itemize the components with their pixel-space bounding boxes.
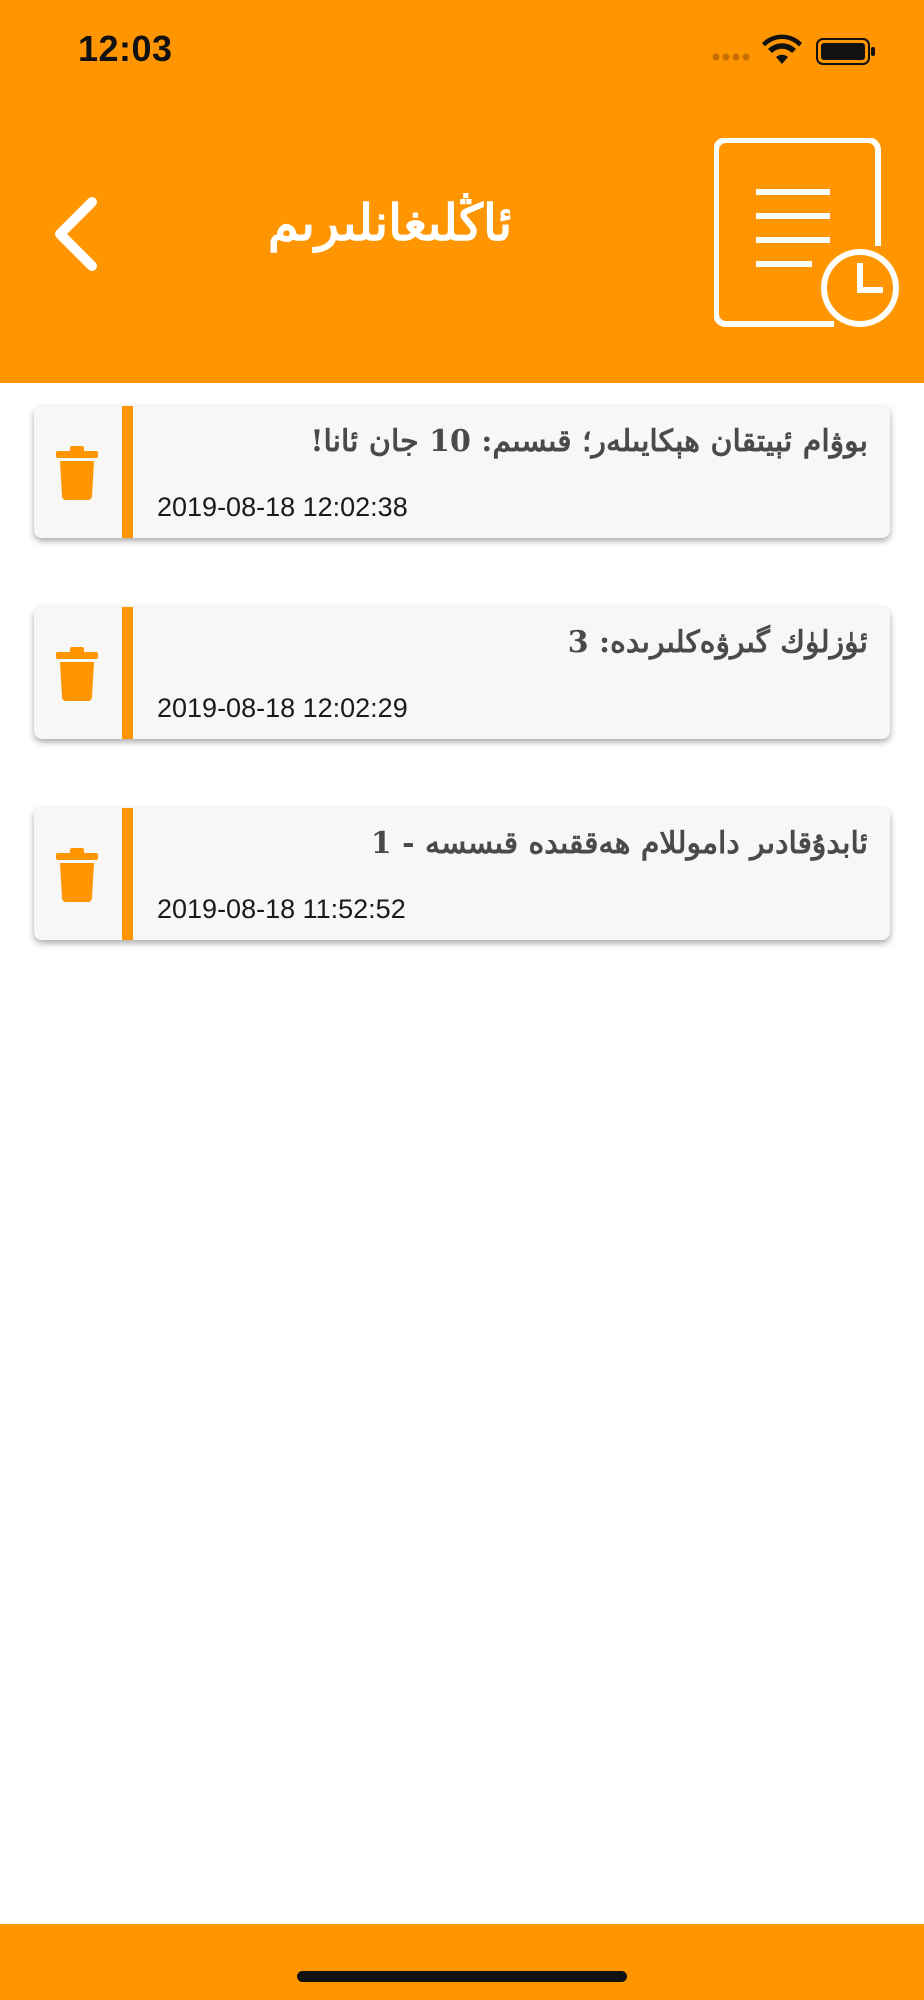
wifi-icon: [762, 34, 802, 64]
item-title: بوۋام ئېيتقان ھېكايىلەر؛ قىسىم: 10 جان ئ…: [310, 424, 868, 459]
document-history-icon: [713, 137, 904, 338]
battery-icon: [816, 38, 875, 65]
cellular-signal-icon: [712, 53, 750, 61]
chevron-left-icon: [55, 197, 97, 271]
accent-bar: [122, 607, 133, 739]
back-button[interactable]: [48, 196, 118, 272]
trash-icon: [56, 446, 98, 500]
item-title: ئۈزلۈك گىرۋەكلىرىدە: 3: [567, 625, 868, 660]
history-item[interactable]: ئابدۇقادىر داموللام ھەققىدە قىسسە - 1 20…: [34, 808, 890, 940]
trash-icon: [56, 647, 98, 701]
delete-button[interactable]: [34, 406, 122, 538]
status-icons: [712, 34, 878, 68]
item-timestamp: 2019-08-18 12:02:29: [157, 693, 408, 723]
history-item[interactable]: ئۈزلۈك گىرۋەكلىرىدە: 3 2019-08-18 12:02:…: [34, 607, 890, 739]
bottom-bar: [0, 1924, 924, 2000]
delete-button[interactable]: [34, 607, 122, 739]
delete-button[interactable]: [34, 808, 122, 940]
history-item[interactable]: بوۋام ئېيتقان ھېكايىلەر؛ قىسىم: 10 جان ئ…: [34, 406, 890, 538]
header-bar: 12:03 ئاڭلىغانلىرىم: [0, 0, 924, 383]
home-indicator[interactable]: [297, 1971, 627, 1982]
trash-icon: [56, 848, 98, 902]
accent-bar: [122, 808, 133, 940]
status-time: 12:03: [78, 28, 173, 69]
item-timestamp: 2019-08-18 12:02:38: [157, 492, 408, 522]
item-title: ئابدۇقادىر داموللام ھەققىدە قىسسە - 1: [370, 826, 868, 861]
page-title: ئاڭلىغانلىرىم: [267, 193, 513, 252]
accent-bar: [122, 406, 133, 538]
item-timestamp: 2019-08-18 11:52:52: [157, 894, 406, 924]
